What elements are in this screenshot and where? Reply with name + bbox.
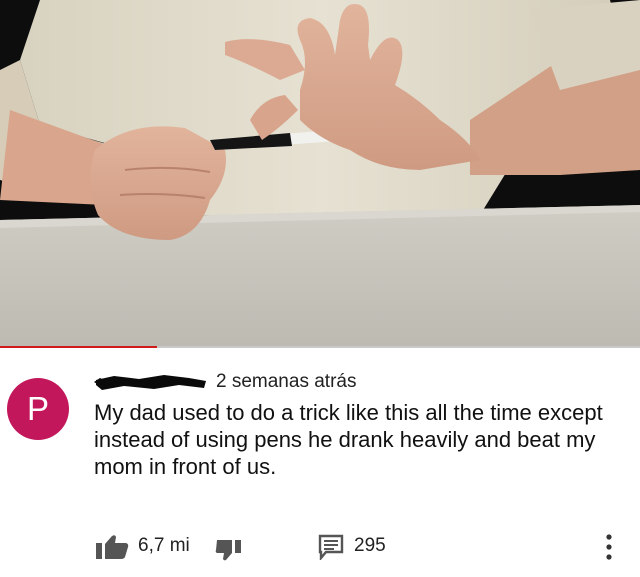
avatar[interactable]: P bbox=[7, 378, 69, 440]
like-count: 6,7 mi bbox=[138, 535, 190, 556]
thumbs-up-icon[interactable] bbox=[96, 534, 130, 560]
video-progress-fill bbox=[0, 346, 158, 348]
comment-icon[interactable] bbox=[318, 534, 344, 560]
video-player[interactable] bbox=[0, 0, 640, 348]
comment: P 2 semanas atrás My dad used to do a tr… bbox=[0, 352, 640, 577]
redacted-username bbox=[94, 375, 206, 390]
thumbs-down-icon[interactable] bbox=[215, 538, 245, 562]
reply-count[interactable]: 295 bbox=[354, 535, 386, 557]
comment-timestamp[interactable]: 2 semanas atrás bbox=[216, 371, 356, 393]
video-progress-bar[interactable] bbox=[0, 346, 640, 348]
comment-actions: 6,7 mi 295 bbox=[0, 530, 640, 566]
more-vertical-icon[interactable] bbox=[603, 532, 615, 562]
video-frame bbox=[0, 0, 640, 348]
comment-text: My dad used to do a trick like this all … bbox=[94, 400, 603, 479]
